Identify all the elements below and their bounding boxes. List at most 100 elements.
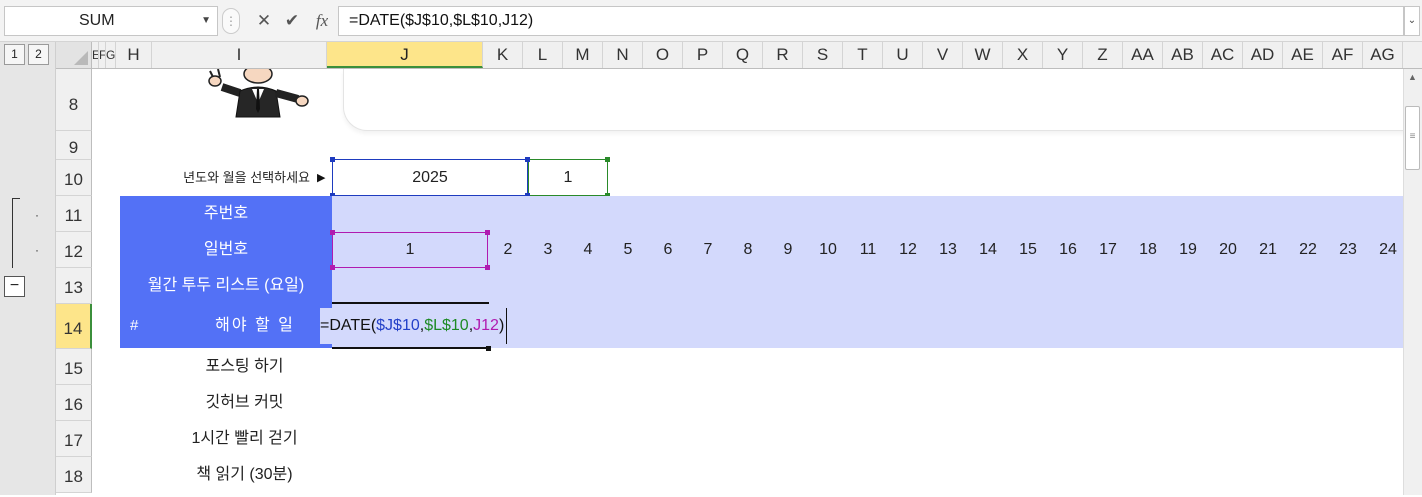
- task-item[interactable]: 포스팅 하기: [157, 349, 332, 385]
- name-box[interactable]: SUM ▼: [4, 6, 218, 36]
- column-header-u[interactable]: U: [883, 42, 923, 68]
- prompt-label: 년도와 월을 선택하세요: [183, 170, 310, 185]
- row-header-13[interactable]: 13: [56, 268, 92, 304]
- day-number-cell[interactable]: 12: [888, 232, 928, 268]
- day-number-cell[interactable]: 14: [968, 232, 1008, 268]
- day-number-cell[interactable]: 2: [488, 232, 528, 268]
- row-header-16[interactable]: 16: [56, 385, 92, 421]
- row-header-17[interactable]: 17: [56, 421, 92, 457]
- week-number-label: 주번호: [203, 205, 249, 222]
- column-header-q[interactable]: Q: [723, 42, 763, 68]
- more-icon[interactable]: ⋮: [222, 8, 240, 34]
- chevron-down-icon[interactable]: ▼: [201, 7, 211, 35]
- column-header-t[interactable]: T: [843, 42, 883, 68]
- column-header-m[interactable]: M: [563, 42, 603, 68]
- row-header-9[interactable]: 9: [56, 131, 92, 160]
- row-header-14[interactable]: 14: [56, 304, 92, 349]
- day-number-cell[interactable]: 6: [648, 232, 688, 268]
- column-header-n[interactable]: N: [603, 42, 643, 68]
- active-cell-border: [332, 302, 489, 304]
- formula-input[interactable]: =DATE($J$10,$L$10,J12): [338, 6, 1404, 36]
- day-number-cell[interactable]: 7: [688, 232, 728, 268]
- scrollbar-thumb[interactable]: ≡: [1405, 106, 1420, 170]
- day-cell-j12[interactable]: 1: [332, 232, 488, 268]
- column-header-aa[interactable]: AA: [1123, 42, 1163, 68]
- column-header-z[interactable]: Z: [1083, 42, 1123, 68]
- illustration-character: [200, 64, 315, 119]
- month-input-cell[interactable]: 1: [528, 159, 608, 196]
- task-item[interactable]: 깃허브 커밋: [157, 385, 332, 421]
- column-header-o[interactable]: O: [643, 42, 683, 68]
- column-header-y[interactable]: Y: [1043, 42, 1083, 68]
- day-number-cell[interactable]: 22: [1288, 232, 1328, 268]
- day-number-cell[interactable]: 19: [1168, 232, 1208, 268]
- prompt-arrow-icon: ▶: [317, 172, 326, 184]
- column-header-e[interactable]: E: [92, 42, 99, 68]
- day-number-cell[interactable]: 15: [1008, 232, 1048, 268]
- row-header-18[interactable]: 18: [56, 457, 92, 493]
- day-number-cell[interactable]: 17: [1088, 232, 1128, 268]
- outline-dot: ·: [35, 208, 39, 222]
- outline-pane: [0, 42, 56, 495]
- column-header-r[interactable]: R: [763, 42, 803, 68]
- column-header-g[interactable]: G: [106, 42, 116, 68]
- column-header-i[interactable]: I: [152, 42, 327, 68]
- column-header-ab[interactable]: AB: [1163, 42, 1203, 68]
- insert-function-icon[interactable]: fx: [310, 10, 334, 32]
- column-header-ac[interactable]: AC: [1203, 42, 1243, 68]
- task-item[interactable]: 1시간 빨리 걷기: [157, 421, 332, 457]
- column-header-v[interactable]: V: [923, 42, 963, 68]
- day-number-cell[interactable]: 24: [1368, 232, 1408, 268]
- day-number-cell[interactable]: 20: [1208, 232, 1248, 268]
- column-header-k[interactable]: K: [483, 42, 523, 68]
- row-header-11[interactable]: 11: [56, 196, 92, 232]
- day-number-cell[interactable]: 3: [528, 232, 568, 268]
- scroll-up-icon[interactable]: ▲: [1405, 72, 1420, 82]
- day-number-cell[interactable]: 11: [848, 232, 888, 268]
- row-header-10[interactable]: 10: [56, 160, 92, 196]
- todo-label: 해야 할 일: [215, 317, 295, 334]
- outline-level-1-button[interactable]: 1: [4, 44, 25, 65]
- column-header-l[interactable]: L: [523, 42, 563, 68]
- day-number-cell[interactable]: 18: [1128, 232, 1168, 268]
- column-header-w[interactable]: W: [963, 42, 1003, 68]
- day-number-cell[interactable]: 21: [1248, 232, 1288, 268]
- day-number-cell[interactable]: 13: [928, 232, 968, 268]
- fill-handle[interactable]: [486, 346, 491, 351]
- day-number-label: 일번호: [203, 241, 249, 258]
- day-number-cell[interactable]: 9: [768, 232, 808, 268]
- column-header-af[interactable]: AF: [1323, 42, 1363, 68]
- outline-level-2-button[interactable]: 2: [28, 44, 49, 65]
- row-header-15[interactable]: 15: [56, 349, 92, 385]
- monthly-todo-label: 월간 투두 리스트 (요일): [147, 277, 305, 294]
- select-all-button[interactable]: [56, 42, 92, 69]
- column-header-j[interactable]: J: [327, 42, 483, 68]
- column-header-x[interactable]: X: [1003, 42, 1043, 68]
- column-header-ad[interactable]: AD: [1243, 42, 1283, 68]
- outline-dot: ·: [35, 243, 39, 257]
- editing-formula-cell[interactable]: =DATE($J$10,$L$10,J12): [320, 308, 508, 344]
- hash-label: #: [130, 317, 139, 334]
- expand-formula-icon[interactable]: ⌄: [1404, 6, 1420, 36]
- enter-icon[interactable]: ✔: [280, 10, 304, 32]
- day-number-cell[interactable]: 8: [728, 232, 768, 268]
- column-header-p[interactable]: P: [683, 42, 723, 68]
- column-header-ae[interactable]: AE: [1283, 42, 1323, 68]
- column-header-ag[interactable]: AG: [1363, 42, 1403, 68]
- column-header-f[interactable]: F: [99, 42, 106, 68]
- day-number-cell[interactable]: 23: [1328, 232, 1368, 268]
- day-number-cell[interactable]: 16: [1048, 232, 1088, 268]
- day-number-cell[interactable]: 5: [608, 232, 648, 268]
- outline-bracket: [12, 198, 20, 268]
- task-item[interactable]: 책 읽기 (30분): [157, 457, 332, 493]
- day-number-cell[interactable]: 4: [568, 232, 608, 268]
- cancel-icon[interactable]: ✕: [252, 10, 276, 32]
- column-header-s[interactable]: S: [803, 42, 843, 68]
- speech-bubble: [343, 69, 1413, 131]
- year-input-cell[interactable]: 2025: [332, 159, 528, 196]
- column-header-h[interactable]: H: [116, 42, 152, 68]
- row-header-8[interactable]: 8: [56, 69, 92, 131]
- row-header-12[interactable]: 12: [56, 232, 92, 268]
- collapse-group-button[interactable]: −: [4, 276, 25, 297]
- day-number-cell[interactable]: 10: [808, 232, 848, 268]
